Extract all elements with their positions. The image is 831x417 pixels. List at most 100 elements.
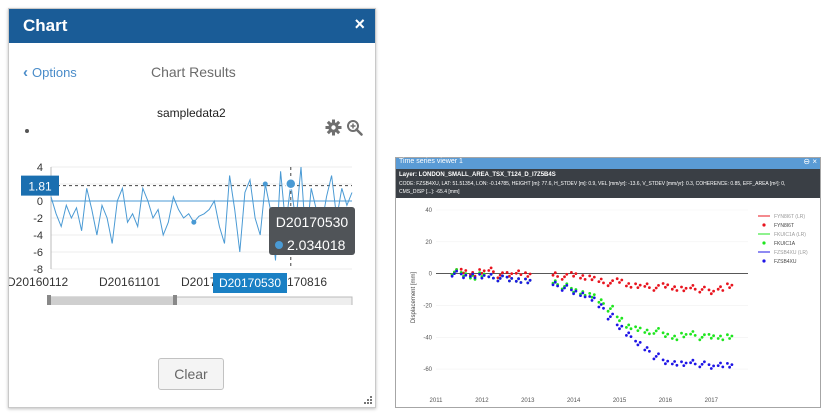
data-point bbox=[191, 219, 197, 225]
scatter-point bbox=[691, 358, 695, 362]
scatter-point bbox=[648, 332, 651, 336]
scatter-point bbox=[664, 362, 667, 366]
scatter-point bbox=[634, 325, 637, 329]
scatter-point bbox=[661, 358, 665, 362]
scatter-point bbox=[700, 288, 704, 291]
scatter-point bbox=[693, 334, 697, 337]
scatter-point bbox=[698, 290, 702, 294]
scatter-point bbox=[592, 296, 596, 300]
scatter-point bbox=[487, 269, 491, 272]
scatter-point bbox=[652, 357, 656, 361]
scatter-point bbox=[728, 337, 731, 340]
x-tick-label: 2014 bbox=[567, 398, 581, 404]
scatter-point bbox=[625, 334, 628, 337]
scatter-point bbox=[673, 285, 676, 289]
y-tick-label: 40 bbox=[425, 208, 432, 214]
scatter-point bbox=[716, 364, 720, 367]
scatter-point bbox=[684, 286, 688, 290]
scatter-point bbox=[514, 279, 518, 283]
scatter-point bbox=[480, 276, 484, 280]
scatter-point bbox=[719, 334, 722, 338]
scatter-point bbox=[588, 292, 592, 295]
y-tick-label: 0 bbox=[429, 272, 433, 278]
y-tick-label: -20 bbox=[423, 303, 432, 309]
scatter-point bbox=[519, 273, 523, 276]
scatter-point bbox=[675, 289, 679, 292]
scatter-point bbox=[620, 324, 624, 328]
scatter-point bbox=[489, 266, 493, 270]
scatter-point bbox=[464, 273, 468, 277]
y-tick-label: 20 bbox=[425, 240, 432, 246]
scatter-point bbox=[689, 286, 692, 290]
scatter-point bbox=[638, 283, 642, 287]
scatter-point bbox=[643, 331, 647, 334]
scatter-point bbox=[478, 268, 481, 271]
window-controls-icon[interactable]: ⊖ × bbox=[803, 157, 817, 166]
options-back-link[interactable]: ‹ Options bbox=[23, 64, 77, 81]
scatter-point bbox=[583, 295, 587, 299]
scatter-point bbox=[666, 332, 670, 336]
scatter-point bbox=[627, 331, 631, 335]
scatter-point bbox=[492, 276, 495, 280]
displacement-scatter-chart[interactable]: 40 20 0 -20 -40 -60 2011 2012 2013 2014 2015 2016 20… bbox=[396, 198, 820, 407]
scatter-point bbox=[560, 278, 564, 281]
close-icon[interactable]: × bbox=[354, 14, 365, 35]
y-tick-label: -4 bbox=[33, 230, 43, 242]
gear-icon[interactable] bbox=[325, 119, 342, 136]
scatter-point bbox=[563, 286, 566, 290]
scatter-point bbox=[501, 271, 504, 275]
range-handle-right[interactable] bbox=[173, 295, 177, 305]
scatter-point bbox=[716, 337, 720, 340]
legend-entry: FYN8I6T (LR) bbox=[774, 214, 805, 220]
line-chart[interactable]: 420-2-4-6-81.81D20160112D20161101D201717… bbox=[9, 155, 375, 305]
scatter-point bbox=[666, 283, 670, 287]
scatter-point bbox=[657, 284, 660, 287]
scatter-point bbox=[611, 304, 614, 308]
scatter-point bbox=[574, 289, 578, 293]
x-tick-label: 2017 bbox=[705, 398, 719, 404]
scatter-point bbox=[664, 285, 667, 289]
scatter-point bbox=[528, 278, 532, 282]
resize-grip-icon[interactable] bbox=[363, 395, 373, 405]
scatter-point bbox=[728, 365, 731, 369]
scatter-point bbox=[615, 323, 619, 327]
x-tick-label: D2017 bbox=[181, 275, 217, 289]
scatter-point bbox=[693, 362, 697, 366]
zoom-in-icon[interactable] bbox=[346, 119, 363, 136]
x-tick-label: D20161101 bbox=[99, 275, 160, 289]
scatter-point bbox=[673, 334, 676, 338]
scatter-point bbox=[482, 269, 486, 273]
legend-dot-swatch bbox=[762, 223, 766, 227]
clear-button[interactable]: Clear bbox=[158, 358, 224, 390]
legend-entry: FZSB4XU (LR) bbox=[774, 250, 808, 256]
scatter-point bbox=[560, 289, 564, 292]
scatter-point bbox=[670, 337, 674, 340]
scatter-point bbox=[618, 319, 621, 323]
scatter-point bbox=[455, 269, 458, 273]
scatter-point bbox=[643, 348, 647, 352]
scatter-point bbox=[581, 291, 585, 295]
tooltip-value: 2.034018 bbox=[287, 237, 346, 253]
scatter-point bbox=[627, 323, 631, 327]
scatter-point bbox=[517, 277, 520, 281]
y-axis-label: Displacement [mm] bbox=[411, 272, 417, 324]
scatter-point bbox=[703, 333, 706, 337]
range-handle-left[interactable] bbox=[47, 295, 51, 305]
scatter-point bbox=[673, 360, 676, 363]
scatter-point bbox=[703, 285, 706, 289]
scatter-point bbox=[636, 286, 640, 289]
scatter-point bbox=[661, 282, 665, 285]
scatter-point bbox=[514, 271, 518, 275]
scatter-point bbox=[526, 275, 530, 278]
chart-results-title: Chart Results bbox=[151, 64, 236, 80]
time-series-viewer: Time series viewer 1 ⊖ × Layer: LONDON_S… bbox=[395, 157, 821, 408]
y-tick-label: 0 bbox=[37, 196, 43, 208]
scatter-point bbox=[634, 282, 637, 286]
scatter-point bbox=[579, 294, 582, 297]
scatter-point bbox=[629, 327, 633, 331]
chevron-left-icon: ‹ bbox=[23, 64, 28, 81]
legend-marker[interactable] bbox=[25, 129, 29, 133]
scatter-point bbox=[459, 272, 463, 276]
scatter-point bbox=[684, 333, 688, 336]
scatter-point bbox=[618, 327, 621, 331]
